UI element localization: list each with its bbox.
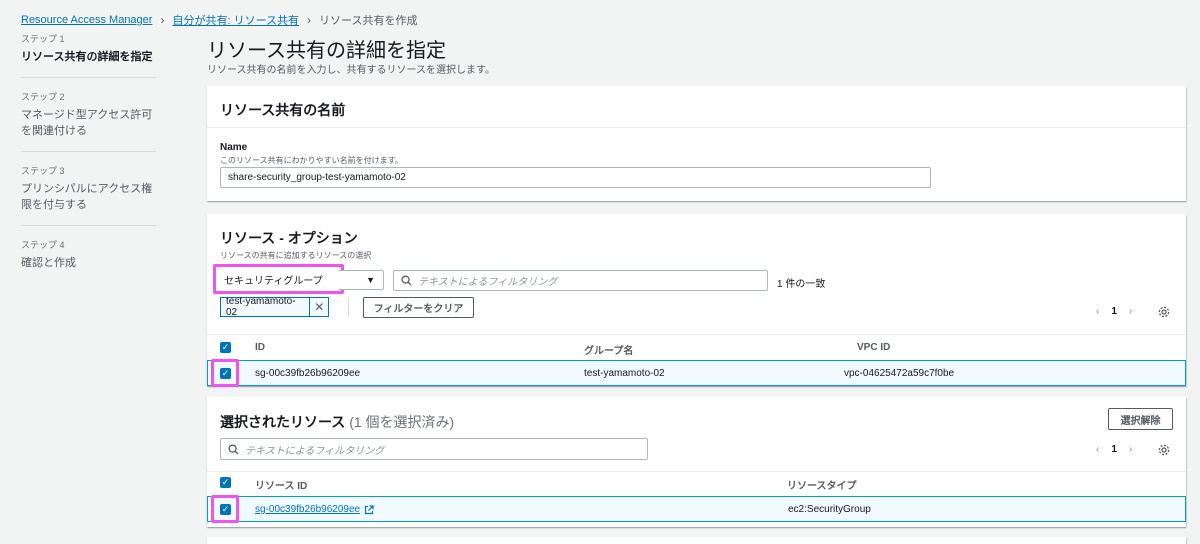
name-panel: リソース共有の名前 Name このリソース共有にわかりやすい名前を付けます。 s… [207,86,1186,201]
step-1: ステップ 1 リソース共有の詳細を指定 [21,32,156,78]
next-panel [207,537,1186,544]
filter-placeholder: テキストによるフィルタリング [418,277,558,288]
breadcrumb: Resource Access Manager › 自分が共有: リソース共有 … [21,12,417,28]
chevron-right-icon: › [307,13,312,27]
name-input[interactable]: share-security_group-test-yamamoto-02 [220,167,931,188]
resources-panel-header: リソース - オプション [220,230,358,246]
selected-filter-input[interactable]: テキストによるフィルタリング [220,438,648,460]
selected-count: (1 個を選択済み) [349,414,455,430]
step-number: ステップ 3 [21,166,65,176]
row-group-name: test-yamamoto-02 [584,368,665,379]
step-title: リソース共有の詳細を指定 [21,51,153,63]
row-id: sg-00c39fb26b96209ee [255,368,361,379]
filter-placeholder: テキストによるフィルタリング [245,445,385,457]
pagination: ‹ 1 › [1096,306,1132,317]
resource-type-select[interactable]: セキュリティグループ [213,264,344,294]
step-title: 確認と作成 [21,257,76,269]
name-description: このリソース共有にわかりやすい名前を付けます。 [220,156,403,165]
step-number: ステップ 2 [21,92,65,102]
gear-icon[interactable] [1158,444,1170,456]
column-header-resource-type[interactable]: リソースタイプ [787,477,857,492]
divider [207,334,1186,335]
step-2: ステップ 2 マネージド型アクセス許可を関連付ける [21,90,156,152]
step-3: ステップ 3 プリンシパルにアクセス権限を付与する [21,164,156,226]
chevron-right-icon[interactable]: › [1129,444,1132,455]
name-panel-header: リソース共有の名前 [220,102,346,118]
select-all-checkbox[interactable]: ✓ [220,477,231,488]
filter-token-label: test-yamamoto-02 [221,296,311,318]
column-header-group-name[interactable]: グループ名 [584,342,633,357]
wizard-steps: ステップ 1 リソース共有の詳細を指定 ステップ 2 マネージド型アクセス許可を… [21,32,156,295]
resources-panel: リソース - オプション リソースの共有に追加するリソースの選択 セキュリティグ… [207,214,1186,387]
divider [348,297,349,317]
step-4: ステップ 4 確認と作成 [21,238,156,283]
resources-description: リソースの共有に追加するリソースの選択 [220,251,372,260]
selected-resources-panel: 選択されたリソース (1 個を選択済み) 選択解除 テキストによるフィルタリング… [207,397,1186,527]
resource-id-link[interactable]: sg-00c39fb26b96209ee [255,504,360,515]
resource-type-dropdown-toggle[interactable]: ▼ [338,270,384,290]
chevron-left-icon[interactable]: ‹ [1096,444,1099,455]
resource-type-value: セキュリティグループ [224,275,323,287]
name-label: Name [220,142,248,153]
step-title: プリンシパルにアクセス権限を付与する [21,183,153,211]
select-all-checkbox[interactable]: ✓ [220,342,231,353]
selected-panel-title: 選択されたリソース [220,414,346,430]
filter-token: test-yamamoto-02 ✕ [220,296,329,318]
breadcrumb-parent-link[interactable]: 自分が共有: リソース共有 [172,12,299,28]
row-checkbox[interactable]: ✓ [220,368,231,379]
column-header-id[interactable]: ID [255,342,265,353]
chevron-left-icon[interactable]: ‹ [1096,306,1099,317]
divider [207,127,1186,128]
table-row[interactable]: sg-00c39fb26b96209ee ec2:SecurityGroup [207,496,1186,522]
resources-filter-input[interactable]: テキストによるフィルタリング [393,270,768,291]
page-number[interactable]: 1 [1111,306,1117,317]
row-checkbox[interactable]: ✓ [220,504,231,515]
step-number: ステップ 1 [21,34,65,44]
chevron-right-icon[interactable]: › [1129,306,1132,317]
deselect-button[interactable]: 選択解除 [1108,408,1173,430]
step-title: マネージド型アクセス許可を関連付ける [21,109,153,137]
close-icon[interactable]: ✕ [310,300,328,314]
search-icon [228,443,239,455]
external-link-icon [364,504,374,514]
caret-down-icon: ▼ [366,275,375,285]
chevron-right-icon: › [160,13,165,27]
page-description: リソース共有の名前を入力し、共有するリソースを選択します。 [207,65,495,76]
search-icon [401,275,412,286]
table-row[interactable]: sg-00c39fb26b96209ee test-yamamoto-02 vp… [207,360,1186,386]
row-vpc-id: vpc-04625472a59c7f0be [844,368,955,379]
divider [207,471,1186,472]
page-title: リソース共有の詳細を指定 [207,40,446,62]
match-count: 1 件の一致 [777,279,826,290]
clear-filter-button[interactable]: フィルターをクリア [363,297,474,318]
breadcrumb-root-link[interactable]: Resource Access Manager [21,14,152,26]
row-resource-type: ec2:SecurityGroup [788,504,871,515]
page-number[interactable]: 1 [1111,444,1117,455]
gear-icon[interactable] [1158,306,1170,318]
step-number: ステップ 4 [21,240,65,250]
pagination: ‹ 1 › [1096,444,1132,455]
column-header-resource-id[interactable]: リソース ID [255,477,307,492]
column-header-vpc-id[interactable]: VPC ID [857,342,890,353]
breadcrumb-current: リソース共有を作成 [319,15,418,27]
name-input-value: share-security_group-test-yamamoto-02 [228,172,406,183]
row-resource-id: sg-00c39fb26b96209ee [255,504,374,515]
selected-panel-header: 選択されたリソース (1 個を選択済み) [220,412,454,432]
